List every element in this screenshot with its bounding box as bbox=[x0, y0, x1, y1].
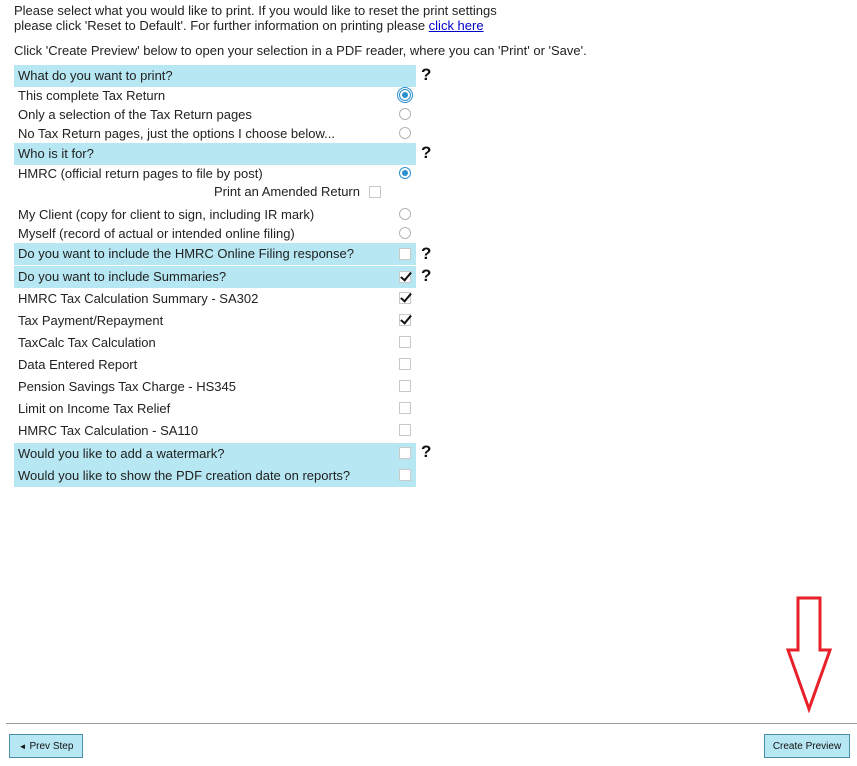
option-no-pages[interactable]: No Tax Return pages, just the options I … bbox=[14, 124, 416, 144]
option-complete-return[interactable]: This complete Tax Return bbox=[14, 86, 416, 106]
section-title: Who is it for? bbox=[18, 146, 94, 161]
section-title: Would you like to show the PDF creation … bbox=[18, 468, 351, 483]
prev-step-button[interactable]: ◄ Prev Step bbox=[9, 734, 83, 758]
option-label: Myself (record of actual or intended onl… bbox=[18, 226, 295, 241]
amended-return-option[interactable]: Print an Amended Return bbox=[214, 184, 381, 200]
help-icon[interactable]: ? bbox=[421, 66, 431, 84]
summary-taxcalc[interactable]: TaxCalc Tax Calculation bbox=[14, 333, 416, 353]
create-preview-button[interactable]: Create Preview bbox=[764, 734, 850, 758]
help-icon[interactable]: ? bbox=[421, 245, 431, 263]
limit-relief-checkbox[interactable] bbox=[399, 402, 411, 414]
sa110-checkbox[interactable] bbox=[399, 424, 411, 436]
section-title: Would you like to add a watermark? bbox=[18, 446, 225, 461]
summary-label: HMRC Tax Calculation Summary - SA302 bbox=[18, 291, 259, 306]
sa302-checkbox[interactable] bbox=[399, 292, 411, 304]
section-title: What do you want to print? bbox=[18, 68, 173, 83]
summary-label: HMRC Tax Calculation - SA110 bbox=[18, 423, 199, 438]
intro-line-2: please click 'Reset to Default'. For fur… bbox=[14, 18, 484, 33]
click-here-link[interactable]: click here bbox=[429, 18, 484, 33]
prev-step-label: Prev Step bbox=[29, 740, 74, 752]
taxcalc-checkbox[interactable] bbox=[399, 336, 411, 348]
amended-return-checkbox[interactable] bbox=[369, 186, 381, 198]
online-response-checkbox[interactable] bbox=[399, 248, 411, 260]
option-label: Only a selection of the Tax Return pages bbox=[18, 107, 252, 122]
creation-date-checkbox[interactable] bbox=[399, 469, 411, 481]
section-title: Do you want to include the HMRC Online F… bbox=[18, 246, 355, 261]
summary-tax-payment[interactable]: Tax Payment/Repayment bbox=[14, 311, 416, 331]
section-summaries: Do you want to include Summaries? bbox=[14, 266, 416, 288]
radio-my-client[interactable] bbox=[399, 208, 411, 220]
option-my-client[interactable]: My Client (copy for client to sign, incl… bbox=[14, 205, 416, 225]
help-icon[interactable]: ? bbox=[421, 443, 431, 461]
section-creation-date: Would you like to show the PDF creation … bbox=[14, 465, 416, 487]
summary-label: Tax Payment/Repayment bbox=[18, 313, 164, 328]
summary-hs345[interactable]: Pension Savings Tax Charge - HS345 bbox=[14, 377, 416, 397]
section-title: Do you want to include Summaries? bbox=[18, 269, 227, 284]
help-icon[interactable]: ? bbox=[421, 267, 431, 285]
option-hmrc[interactable]: HMRC (official return pages to file by p… bbox=[14, 164, 416, 184]
radio-complete-return[interactable] bbox=[397, 87, 413, 103]
tax-payment-checkbox[interactable] bbox=[399, 314, 411, 326]
summary-sa302[interactable]: HMRC Tax Calculation Summary - SA302 bbox=[14, 289, 416, 309]
section-what-to-print: What do you want to print? bbox=[14, 65, 416, 87]
option-label: This complete Tax Return bbox=[18, 88, 166, 103]
radio-hmrc[interactable] bbox=[399, 167, 411, 179]
create-preview-label: Create Preview bbox=[772, 740, 842, 752]
summary-label: Data Entered Report bbox=[18, 357, 138, 372]
hs345-checkbox[interactable] bbox=[399, 380, 411, 392]
radio-no-pages[interactable] bbox=[399, 127, 411, 139]
option-label: My Client (copy for client to sign, incl… bbox=[18, 207, 315, 222]
summaries-checkbox[interactable] bbox=[399, 271, 411, 283]
summary-sa110[interactable]: HMRC Tax Calculation - SA110 bbox=[14, 421, 416, 441]
option-label: HMRC (official return pages to file by p… bbox=[18, 166, 263, 181]
footer-divider bbox=[6, 723, 857, 724]
radio-selection-pages[interactable] bbox=[399, 108, 411, 120]
help-icon[interactable]: ? bbox=[421, 144, 431, 162]
data-entered-checkbox[interactable] bbox=[399, 358, 411, 370]
radio-myself[interactable] bbox=[399, 227, 411, 239]
option-myself[interactable]: Myself (record of actual or intended onl… bbox=[14, 224, 416, 244]
intro-line-3: Click 'Create Preview' below to open you… bbox=[14, 43, 587, 58]
section-who-for: Who is it for? bbox=[14, 143, 416, 165]
summary-label: Limit on Income Tax Relief bbox=[18, 401, 171, 416]
watermark-checkbox[interactable] bbox=[399, 447, 411, 459]
intro-line-1: Please select what you would like to pri… bbox=[14, 3, 497, 18]
section-online-response: Do you want to include the HMRC Online F… bbox=[14, 243, 416, 265]
summary-label: Pension Savings Tax Charge - HS345 bbox=[18, 379, 236, 394]
amended-return-label: Print an Amended Return bbox=[214, 184, 360, 199]
option-selection-pages[interactable]: Only a selection of the Tax Return pages bbox=[14, 105, 416, 125]
summary-data-entered[interactable]: Data Entered Report bbox=[14, 355, 416, 375]
option-label: No Tax Return pages, just the options I … bbox=[18, 126, 336, 141]
intro-text: Please select what you would like to pri… bbox=[14, 3, 614, 58]
prev-triangle-icon: ◄ bbox=[18, 741, 27, 751]
section-watermark: Would you like to add a watermark? bbox=[14, 443, 416, 465]
summary-label: TaxCalc Tax Calculation bbox=[18, 335, 156, 350]
summary-limit-relief[interactable]: Limit on Income Tax Relief bbox=[14, 399, 416, 419]
red-down-arrow-icon bbox=[785, 596, 833, 713]
